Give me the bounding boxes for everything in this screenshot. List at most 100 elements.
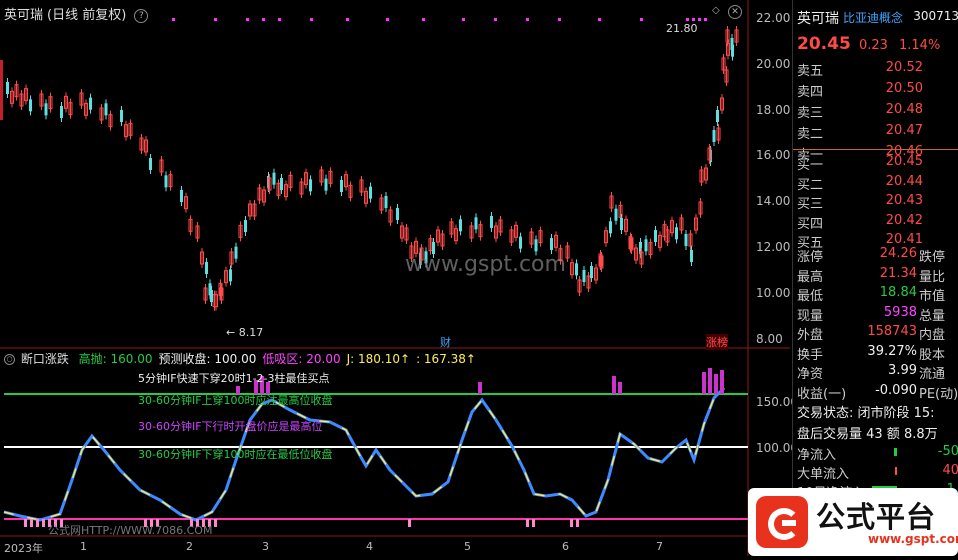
time-tick: 3 bbox=[262, 540, 269, 553]
ask-row[interactable]: 卖四 20.50 bbox=[797, 79, 958, 100]
candle-body bbox=[654, 230, 657, 242]
quote-stock-name: 英可瑞 bbox=[797, 11, 839, 27]
bid-label: 买四 bbox=[797, 216, 824, 232]
time-tick: 5 bbox=[464, 540, 471, 553]
price-change: 0.23 bbox=[859, 38, 888, 53]
candle-body bbox=[180, 190, 183, 202]
low-zone-bar bbox=[36, 519, 39, 527]
ask-row[interactable]: 卖二 20.47 bbox=[797, 121, 958, 142]
candle-body bbox=[716, 110, 719, 122]
bid-label: 买一 bbox=[797, 158, 824, 173]
stat-label: 最低 bbox=[797, 289, 824, 304]
candle-body bbox=[550, 238, 553, 250]
help-icon[interactable]: ? bbox=[134, 8, 149, 23]
limit-up-marker[interactable]: 涨榜 bbox=[706, 334, 728, 350]
price-tick: 14.00 bbox=[756, 194, 791, 209]
indicator-param: : 167.38↑ bbox=[416, 352, 476, 366]
low-zone-bar bbox=[42, 519, 45, 527]
stat-label: 最高 bbox=[797, 269, 824, 285]
indicator-param: 高抛: 160.00 bbox=[78, 352, 153, 366]
candle-body bbox=[684, 234, 688, 246]
candle-body bbox=[396, 208, 399, 220]
bid-row[interactable]: 买一 20.45 bbox=[797, 152, 958, 173]
stat-value: 21.34 bbox=[879, 265, 917, 281]
watermark-text: www.gspt.com bbox=[405, 252, 566, 277]
signal-dot bbox=[640, 18, 643, 21]
stat-row: 净资 3.99 流通 bbox=[797, 361, 958, 382]
price-tick: 12.00 bbox=[756, 240, 791, 254]
candle-body bbox=[369, 186, 372, 199]
stat-label-2: PE(动) bbox=[919, 386, 958, 402]
signal-dot bbox=[310, 18, 313, 21]
order-book-divider bbox=[793, 149, 958, 150]
candle-body bbox=[60, 106, 63, 118]
candle-body bbox=[324, 178, 328, 191]
stock-name: 英可瑞 bbox=[4, 8, 44, 23]
stat-label: 净资 bbox=[797, 367, 824, 382]
candle-body bbox=[490, 216, 493, 228]
period-label[interactable]: (日线 前复权) bbox=[47, 8, 126, 23]
ask-price: 20.47 bbox=[885, 123, 923, 138]
flow-row: 大单流入 40 bbox=[797, 461, 958, 482]
ask-row[interactable]: 卖五 20.52 bbox=[797, 58, 958, 79]
bid-price: 20.43 bbox=[885, 193, 923, 208]
candle-body bbox=[590, 266, 593, 278]
bid-label: 买三 bbox=[797, 197, 824, 212]
sector-link[interactable]: 比亚迪概念 bbox=[843, 9, 903, 26]
stat-label: 涨停 bbox=[797, 250, 824, 265]
stat-value: 3.99 bbox=[888, 363, 917, 378]
candle-body bbox=[6, 82, 9, 94]
low-zone-bar bbox=[576, 519, 579, 527]
low-zone-bar bbox=[570, 519, 573, 527]
stat-row: 现量 5938 总量 bbox=[797, 303, 958, 324]
ask-label: 卖二 bbox=[797, 127, 824, 142]
bid-row[interactable]: 买四 20.42 bbox=[797, 211, 958, 232]
time-tick: 2023年 bbox=[4, 542, 43, 555]
price-tick: 16.00 bbox=[756, 148, 791, 163]
high-zone-bar bbox=[618, 382, 622, 394]
candle-body bbox=[614, 208, 618, 221]
chart-canvas[interactable] bbox=[0, 0, 790, 556]
indicator-toggle-icon[interactable]: ○ bbox=[4, 354, 15, 365]
signal-dot bbox=[346, 18, 349, 21]
bid-row[interactable]: 买三 20.43 bbox=[797, 191, 958, 212]
indicator-param: 预测收盘: 100.00 bbox=[158, 352, 257, 366]
indicator-name[interactable]: 断口涨跌 bbox=[21, 352, 69, 366]
indicator-param: 低吸区: 20.00 bbox=[262, 352, 341, 366]
signal-dot bbox=[558, 18, 561, 21]
signal-dot bbox=[172, 18, 175, 21]
quote-panel: 英可瑞 比亚迪概念 300713 20.45 0.23 1.14% 卖五 20.5… bbox=[792, 0, 958, 556]
candle-body bbox=[234, 246, 238, 259]
stat-value: 39.27% bbox=[867, 343, 917, 359]
bid-row[interactable]: 买二 20.44 bbox=[797, 172, 958, 193]
ask-row[interactable]: 卖三 20.48 bbox=[797, 100, 958, 121]
candle-body bbox=[534, 239, 538, 252]
candle-body bbox=[149, 158, 152, 170]
left-marker bbox=[0, 60, 3, 120]
indicator-annotation: 30-60分钟IF上穿100时应注最高位收盘 bbox=[138, 394, 333, 407]
indicator-title-bar: ○ 断口涨跌 高抛: 160.00 预测收盘: 100.00 低吸区: 20.00 J… bbox=[4, 350, 488, 367]
ask-label: 卖四 bbox=[797, 85, 824, 100]
stat-row: 最高 21.34 量比 bbox=[797, 264, 958, 285]
stat-label: 现量 bbox=[797, 308, 824, 324]
low-zone-bar bbox=[408, 519, 411, 527]
candle-body bbox=[164, 175, 168, 188]
stat-label: 换手 bbox=[797, 347, 824, 363]
candle-body bbox=[340, 180, 343, 192]
price-row: 20.45 0.23 1.14% bbox=[797, 34, 958, 58]
close-icon[interactable]: ✕ bbox=[728, 5, 742, 19]
after-hours-volume: 盘后交易量 43 额 8.8万 bbox=[797, 427, 938, 442]
candle-body bbox=[89, 97, 92, 110]
finance-marker[interactable]: 财 bbox=[440, 334, 451, 350]
time-tick: 2 bbox=[186, 540, 193, 553]
kline-chart[interactable]: 英可瑞 (日线 前复权) ? ◇ ✕ 21.80 ← 8.17 财 涨榜 22.0… bbox=[0, 0, 798, 556]
candle-body bbox=[280, 178, 283, 190]
candle-body bbox=[459, 219, 462, 232]
stat-row: 外盘 158743 内盘 bbox=[797, 322, 958, 343]
signal-dot bbox=[698, 18, 701, 21]
ask-price: 20.52 bbox=[885, 60, 923, 75]
bid-price: 20.44 bbox=[885, 173, 923, 189]
signal-dot bbox=[598, 18, 601, 21]
stat-row: 涨停 24.26 跌停 bbox=[797, 244, 958, 265]
diamond-icon[interactable]: ◇ bbox=[712, 5, 720, 16]
